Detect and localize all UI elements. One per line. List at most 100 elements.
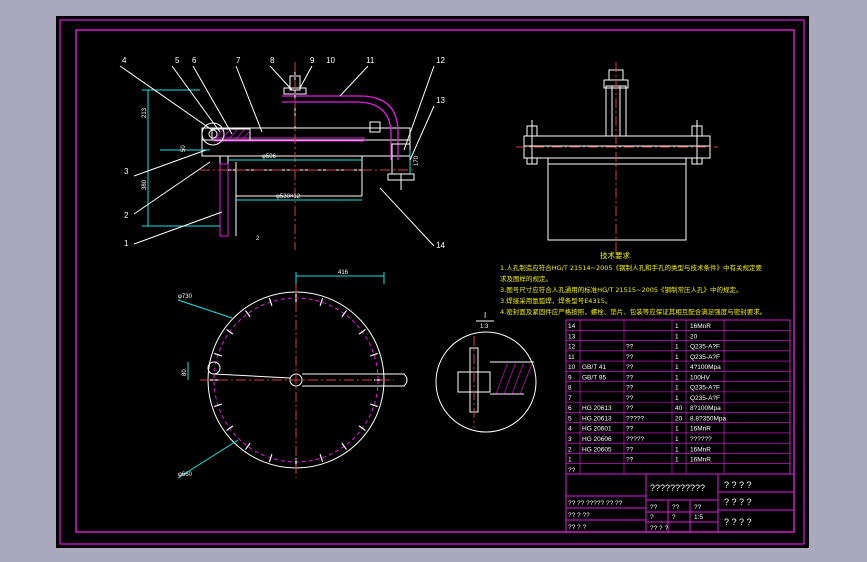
title-code-2: ? ? ? ? <box>724 497 752 507</box>
dim-plan-side: 80 <box>182 369 188 376</box>
title-code-1: ? ? ? ? <box>724 480 752 490</box>
bom-cell-no: 9 <box>568 374 572 381</box>
title-scale: 1:5 <box>694 514 703 521</box>
bom-cell-name: ?? <box>626 385 634 392</box>
bom-cell-qty: 1 <box>675 333 679 340</box>
note-line-5: 4.密封面及紧固件应严格按照，螺栓、垫片、包装等应保证其相互配合满足强度与密封要… <box>500 307 766 316</box>
callout-13: 13 <box>436 96 445 105</box>
bom-cell-mat: ?????? <box>690 436 712 443</box>
title-left-row-2: ?? ? ?? <box>568 512 590 519</box>
note-line-4: 3.焊接采用氩弧焊，焊条型号E4315。 <box>500 296 611 305</box>
callout-7: 7 <box>236 56 241 65</box>
bom-cell-name: ?? <box>626 426 634 433</box>
title-bottom-left: ?? ? ? <box>650 525 668 532</box>
title-code-3: ? ? ? ? <box>724 517 752 527</box>
bom-cell-qty: 1 <box>675 364 679 371</box>
callout-6: 6 <box>192 56 197 65</box>
bom-cell-name: ?? <box>626 395 634 402</box>
callout-9: 9 <box>310 56 315 65</box>
bom-cell-mat: 8.8?350Mpa <box>690 415 727 422</box>
bom-cell-no: 11 <box>568 354 575 361</box>
dim-inner-dia: φ506 <box>262 154 277 160</box>
callout-3: 3 <box>124 167 129 176</box>
bom-cell-qty: 1 <box>675 354 679 361</box>
title-scale-cell-1: ? <box>650 514 654 521</box>
note-line-1: 1.人孔制造应符合HG/T 21514~2005《钢制人孔和手孔的类型与技术条件… <box>500 263 763 272</box>
callout-11: 11 <box>366 56 375 65</box>
bom-cell-code: GB/T 41 <box>582 364 606 371</box>
bom-cell-name: ?? <box>626 446 634 453</box>
title-mid-2: ?? <box>672 504 680 511</box>
dim-outer-dia: φ530×12 <box>276 194 301 200</box>
bom-cell-mat: Q235-A?F <box>690 354 720 361</box>
bom-cell-qty: 1 <box>675 395 679 402</box>
bom-cell-mat: 8?100Mpa <box>690 405 721 412</box>
bom-cell-qty: 1 <box>675 344 679 351</box>
bom-cell-name: ?? <box>626 364 634 371</box>
bom-cell-code: HG 20605 <box>582 446 612 453</box>
bom-cell-no: 1 <box>568 457 572 464</box>
drawing-sheet <box>56 16 809 548</box>
notes-heading: 技术要求 <box>600 250 630 260</box>
drawing-title: ??????????? <box>650 483 705 493</box>
bom-cell-mat: 16MnR <box>690 323 711 330</box>
bom-cell-name: ?? <box>626 457 634 464</box>
bom-cell-code: HG 20613 <box>582 405 612 412</box>
bom-cell-name: ????? <box>626 415 644 422</box>
note-line-2: 求及图样的规定。 <box>500 274 552 283</box>
bom-cell-qty: 1 <box>675 446 679 453</box>
bom-cell-code: HG 20613 <box>582 415 612 422</box>
bom-cell-no: 7 <box>568 395 572 402</box>
bom-cell-mat: 16MnR <box>690 457 711 464</box>
bom-cell-no: 13 <box>568 333 576 340</box>
detail-scale: 1:3 <box>480 324 489 330</box>
bom-cell-mat: 20 <box>690 333 698 340</box>
callout-10: 10 <box>326 56 335 65</box>
bom-cell-no: 14 <box>568 323 576 330</box>
title-mid-3: ?? <box>694 504 702 511</box>
bom-cell-mat: Q235-A?F <box>690 385 720 392</box>
bom-cell-qty: 1 <box>675 374 679 381</box>
bom-cell-mat: Q235-A?F <box>690 344 720 351</box>
bom-cell-code: HG 20601 <box>582 426 612 433</box>
callout-8: 8 <box>270 56 275 65</box>
bom-cell-no: 5 <box>568 415 572 422</box>
dim-plan-dia: φ660 <box>178 472 193 478</box>
callout-4: 4 <box>122 56 127 65</box>
bom-cell-no: 2 <box>568 446 572 453</box>
bom-cell-mat: 4?100Mpa <box>690 364 721 371</box>
dim-plan-bolt-circle: φ730 <box>178 294 193 300</box>
title-mid-1: ?? <box>650 504 658 511</box>
bom-cell-mat: 100HV <box>690 374 711 381</box>
bom-cell-no: 4 <box>568 426 572 433</box>
bom-cell-no: 6 <box>568 405 572 412</box>
bom-cell-no: ?? <box>568 467 576 474</box>
bom-cell-no: 10 <box>568 364 576 371</box>
dim-right: 170 <box>414 155 420 166</box>
bom-cell-qty: 1 <box>675 457 679 464</box>
bom-cell-qty: 40 <box>675 405 683 412</box>
bom-cell-code: HG 20606 <box>582 436 612 443</box>
dim-plan-width: 416 <box>338 270 349 276</box>
bom-cell-no: 3 <box>568 436 572 443</box>
bom-cell-qty: 1 <box>675 426 679 433</box>
note-line-3: 3.图号尺寸应符合人孔通用的标准HG/T 21515~2005《钢制常压人孔》中… <box>500 285 743 294</box>
bom-cell-no: 8 <box>568 385 572 392</box>
bom-cell-name: ?? <box>626 405 634 412</box>
dim-front-body: 380 <box>142 179 148 190</box>
bom-cell-qty: 1 <box>675 385 679 392</box>
title-left-row-1: ?? ?? ????? ?? ?? <box>568 500 623 507</box>
bom-cell-name: ?? <box>626 354 634 361</box>
bom-cell-no: 12 <box>568 344 576 351</box>
title-left-row-3: ?? ? ? <box>568 524 586 531</box>
bom-cell-name: ????? <box>626 436 644 443</box>
bom-cell-name: ?? <box>626 374 634 381</box>
bom-cell-mat: Q235-A?F <box>690 395 720 402</box>
callout-5: 5 <box>175 56 180 65</box>
bom-cell-qty: 1 <box>675 436 679 443</box>
cad-drawing: 213 50 380 φ506 φ530×12 2 170 4 5 6 7 8 … <box>56 16 809 548</box>
bom-cell-qty: 20 <box>675 415 683 422</box>
detail-tag: I <box>484 311 486 320</box>
bom-cell-qty: 1 <box>675 323 679 330</box>
callout-1: 1 <box>124 239 129 248</box>
